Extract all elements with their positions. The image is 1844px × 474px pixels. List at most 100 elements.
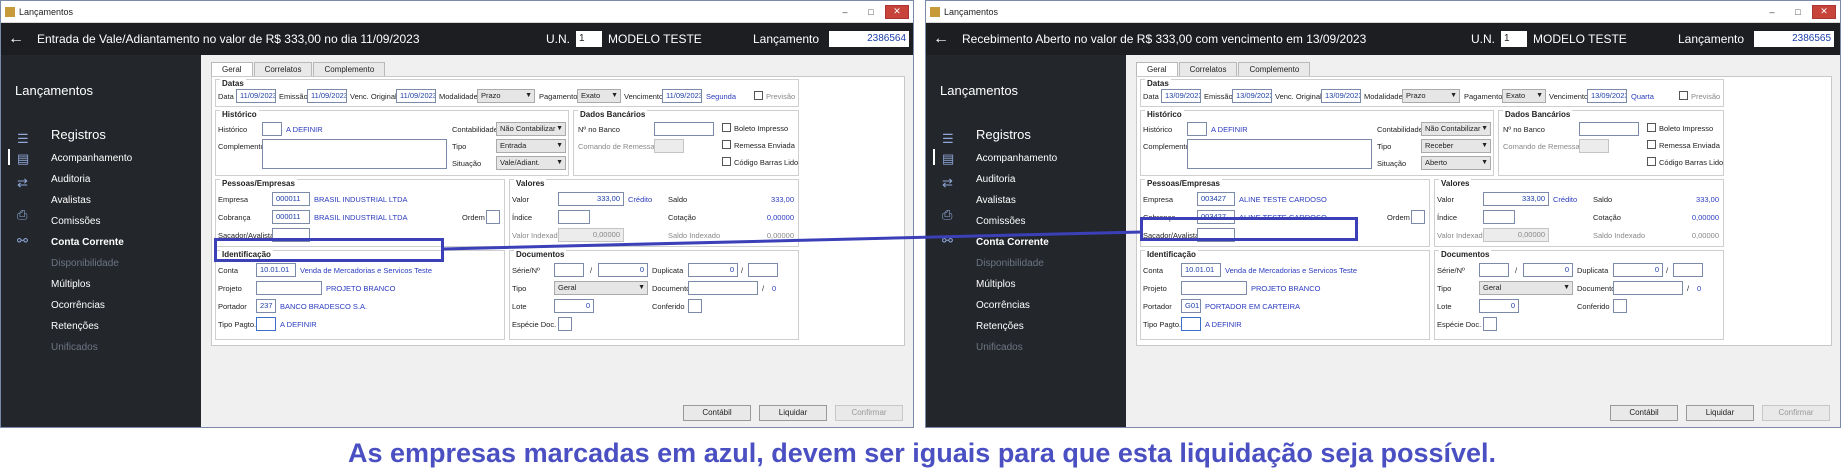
conferido-field[interactable] xyxy=(688,299,702,313)
contabil-button[interactable]: Contábil xyxy=(1610,405,1678,421)
pagamento-select[interactable]: Exato ▼ xyxy=(577,89,621,103)
duplicata-field[interactable]: 0 xyxy=(1613,263,1663,277)
situacao-select[interactable]: Vale/Adiant. ▼ xyxy=(496,156,566,170)
tab-correlatos[interactable]: Correlatos xyxy=(253,62,313,76)
sidebar-item-ocorrencias[interactable]: Ocorrências xyxy=(976,300,1030,311)
sidebar-item-conta-corrente[interactable]: Conta Corrente xyxy=(976,237,1049,248)
documento-field[interactable] xyxy=(688,281,758,295)
sidebar-item-comissoes[interactable]: Comissões xyxy=(51,216,100,227)
remessa-enviada-checkbox[interactable] xyxy=(1647,140,1656,149)
back-arrow-icon[interactable]: ← xyxy=(926,30,956,48)
serie-field[interactable] xyxy=(554,263,584,277)
lote-field[interactable]: 0 xyxy=(1479,299,1519,313)
un-input[interactable]: 1 xyxy=(576,31,602,47)
sidebar-item-comissoes[interactable]: Comissões xyxy=(976,216,1025,227)
portador-field[interactable]: G01 xyxy=(1181,299,1201,313)
contabilidade-select[interactable]: Não Contabilizar ▼ xyxy=(496,122,566,136)
document-icon[interactable]: ▤ xyxy=(17,151,29,167)
sidebar-item-auditoria[interactable]: Auditoria xyxy=(976,174,1015,185)
ordem-field[interactable] xyxy=(486,210,500,224)
projeto-field[interactable] xyxy=(1181,281,1247,295)
sidebar-item-conta-corrente[interactable]: Conta Corrente xyxy=(51,237,124,248)
tipo-pagto-field[interactable] xyxy=(1181,317,1201,331)
situacao-select[interactable]: Aberto ▼ xyxy=(1421,156,1491,170)
historico-code-field[interactable] xyxy=(1187,122,1207,136)
venc-original-field[interactable]: 11/09/2023 xyxy=(396,89,436,103)
tipo-pagto-field[interactable] xyxy=(256,317,276,331)
serie-numero-field[interactable]: 0 xyxy=(598,263,648,277)
conta-field[interactable]: 10.01.01 xyxy=(256,263,296,277)
sidebar-item-avalistas[interactable]: Avalistas xyxy=(976,195,1016,206)
indice-field[interactable] xyxy=(558,210,590,224)
sidebar-item-auditoria[interactable]: Auditoria xyxy=(51,174,90,185)
pagamento-select[interactable]: Exato ▼ xyxy=(1502,89,1546,103)
lancamento-input[interactable]: 2386564 xyxy=(829,31,910,47)
especie-doc-field[interactable] xyxy=(1483,317,1497,331)
lote-field[interactable]: 0 xyxy=(554,299,594,313)
maximize-icon[interactable]: □ xyxy=(859,5,883,19)
transfer-icon[interactable]: ⇄ xyxy=(942,175,953,191)
indice-field[interactable] xyxy=(1483,210,1515,224)
sidebar-item-acompanhamento[interactable]: Acompanhamento xyxy=(51,153,132,164)
close-icon[interactable]: ✕ xyxy=(885,4,909,19)
contabil-button[interactable]: Contábil xyxy=(683,405,751,421)
historico-code-field[interactable] xyxy=(262,122,282,136)
ordem-field[interactable] xyxy=(1411,210,1425,224)
sidebar-item-avalistas[interactable]: Avalistas xyxy=(51,195,91,206)
network-icon[interactable]: ⚯ xyxy=(942,233,953,249)
lancamento-input[interactable]: 2386565 xyxy=(1754,31,1835,47)
printer-icon[interactable]: ⎙ xyxy=(942,207,952,223)
duplicata-field[interactable]: 0 xyxy=(688,263,738,277)
data-field[interactable]: 11/09/2023 xyxy=(236,89,276,103)
vencimento-field[interactable]: 13/09/2023 xyxy=(1587,89,1627,103)
network-icon[interactable]: ⚯ xyxy=(17,233,28,249)
portador-field[interactable]: 237 xyxy=(256,299,276,313)
previsao-checkbox[interactable] xyxy=(1679,91,1688,100)
codigo-barras-checkbox[interactable] xyxy=(1647,157,1656,166)
transfer-icon[interactable]: ⇄ xyxy=(17,175,28,191)
complemento-textarea[interactable] xyxy=(262,139,447,169)
menu-icon[interactable]: ☰ xyxy=(942,131,954,147)
tipo-select[interactable]: Receber ▼ xyxy=(1421,139,1491,153)
conferido-field[interactable] xyxy=(1613,299,1627,313)
printer-icon[interactable]: ⎙ xyxy=(17,207,27,223)
valor-field[interactable]: 333,00 xyxy=(1483,192,1549,206)
tipo-select[interactable]: Entrada ▼ xyxy=(496,139,566,153)
venc-original-field[interactable]: 13/09/2023 xyxy=(1321,89,1361,103)
empresa-code-field[interactable]: 003427 xyxy=(1197,192,1235,206)
nbanco-field[interactable] xyxy=(1579,122,1639,136)
back-arrow-icon[interactable]: ← xyxy=(1,30,31,48)
remessa-enviada-checkbox[interactable] xyxy=(722,140,731,149)
liquidar-button[interactable]: Liquidar xyxy=(759,405,827,421)
modalidade-select[interactable]: Prazo ▼ xyxy=(1402,89,1460,103)
duplicata-parcela-field[interactable] xyxy=(1673,263,1703,277)
boleto-checkbox[interactable] xyxy=(722,123,731,132)
projeto-field[interactable] xyxy=(256,281,322,295)
especie-doc-field[interactable] xyxy=(558,317,572,331)
codigo-barras-checkbox[interactable] xyxy=(722,157,731,166)
documento-field[interactable] xyxy=(1613,281,1683,295)
maximize-icon[interactable]: □ xyxy=(1786,5,1810,19)
tab-correlatos[interactable]: Correlatos xyxy=(1178,62,1238,76)
serie-numero-field[interactable]: 0 xyxy=(1523,263,1573,277)
sidebar-item-retencoes[interactable]: Retenções xyxy=(51,321,99,332)
vencimento-field[interactable]: 11/09/2023 xyxy=(662,89,702,103)
tab-geral[interactable]: Geral xyxy=(1136,62,1178,76)
doc-tipo-select[interactable]: Geral ▼ xyxy=(1479,281,1573,295)
previsao-checkbox[interactable] xyxy=(754,91,763,100)
emissao-field[interactable]: 11/09/2023 xyxy=(307,89,347,103)
document-icon[interactable]: ▤ xyxy=(942,151,954,167)
sidebar-item-ocorrencias[interactable]: Ocorrências xyxy=(51,300,105,311)
complemento-textarea[interactable] xyxy=(1187,139,1372,169)
data-field[interactable]: 13/09/2023 xyxy=(1161,89,1201,103)
duplicata-parcela-field[interactable] xyxy=(748,263,778,277)
contabilidade-select[interactable]: Não Contabilizar ▼ xyxy=(1421,122,1491,136)
boleto-checkbox[interactable] xyxy=(1647,123,1656,132)
tab-complemento[interactable]: Complemento xyxy=(1238,62,1311,76)
sidebar-item-retencoes[interactable]: Retenções xyxy=(976,321,1024,332)
tab-complemento[interactable]: Complemento xyxy=(313,62,386,76)
valor-field[interactable]: 333,00 xyxy=(558,192,624,206)
cobranca-code-field[interactable]: 000011 xyxy=(272,210,310,224)
sidebar-item-multiplos[interactable]: Múltiplos xyxy=(976,279,1015,290)
empresa-code-field[interactable]: 000011 xyxy=(272,192,310,206)
